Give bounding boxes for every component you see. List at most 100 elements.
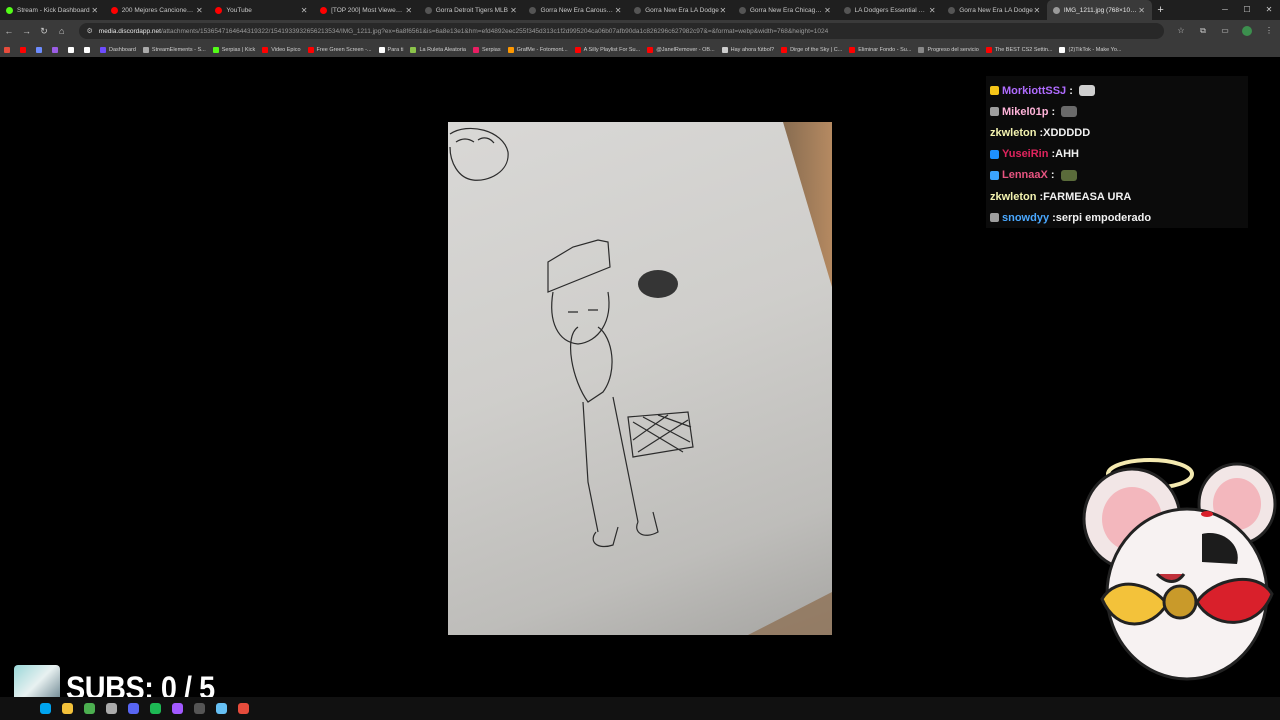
back-icon[interactable]: ← [0,26,18,36]
browser-tab[interactable]: LA Dodgers Essential Gor ✕ [838,0,943,20]
bookmark-item[interactable]: Serpias | Kick [212,46,255,53]
bookmark-item[interactable]: Hay ahora fútbol? [721,46,774,53]
bookmark-item[interactable]: Free Green Screen -... [307,46,372,53]
chat-separator: : [1051,105,1056,118]
browser-tab[interactable]: Gorra New Era LA Dodge ✕ [628,0,733,20]
bookmark-star-icon[interactable]: ☆ [1170,26,1192,36]
browser-tab[interactable]: [TOP 200] Most Viewed V ✕ [314,0,419,20]
bookmark-item[interactable] [36,46,45,53]
bookmark-item[interactable] [4,46,13,53]
sketch-photo [448,122,832,635]
chrome-icon[interactable] [84,703,95,714]
bookmark-favicon-icon [985,46,992,53]
tab-favicon-icon [424,6,432,14]
chat-separator: : [1050,169,1055,182]
obs-icon[interactable] [194,703,205,714]
bookmark-item[interactable]: Progreso del servicio [918,46,979,53]
bookmark-item[interactable]: A Silly Playlist For Su... [574,46,640,53]
site-info-icon[interactable]: ⚙ [87,27,93,35]
bookmark-favicon-icon [20,46,26,53]
tab-close-icon[interactable]: ✕ [719,6,727,15]
tab-close-icon[interactable]: ✕ [300,6,308,15]
reload-icon[interactable]: ↻ [35,26,53,37]
bookmark-item[interactable]: Dashboard [100,46,136,53]
chat-username[interactable]: MorkiottSSJ [1002,85,1066,97]
new-tab-icon[interactable]: + [1152,4,1170,16]
maximize-icon[interactable]: ☐ [1236,0,1258,20]
explorer-icon[interactable] [62,703,73,714]
steam-icon[interactable] [216,703,227,714]
bookmark-item[interactable] [68,46,77,53]
tab-favicon-icon [215,6,223,14]
menu-icon[interactable]: ⋮ [1258,26,1280,36]
chat-message: Mikel01p: [990,101,1244,122]
windows-icon[interactable] [40,703,51,714]
address-toolbar: ← → ↻ ⌂ ⚙ media.discordapp.net /attachme… [0,20,1280,42]
bookmark-favicon-icon [472,46,479,53]
chat-username[interactable]: zkwleton [990,127,1036,139]
app3-icon[interactable] [238,703,249,714]
browser-tab[interactable]: YouTube ✕ [209,0,314,20]
tab-close-icon[interactable]: ✕ [1138,6,1146,15]
bookmark-item[interactable] [20,46,29,53]
browser-tab[interactable]: Gorra New Era Chicago W ✕ [733,0,838,20]
chat-username[interactable]: Mikel01p [1002,106,1048,118]
forward-icon[interactable]: → [18,26,36,36]
discord-icon[interactable] [128,703,139,714]
chat-text: AHH [1055,148,1079,161]
tab-close-icon[interactable]: ✕ [405,6,413,15]
bookmark-favicon-icon [410,46,417,53]
bookmark-item[interactable] [52,46,61,53]
bookmark-label: Dirge of the Sky | C... [790,46,843,53]
bookmark-item[interactable]: Serpias [472,46,501,53]
chat-username[interactable]: zkwleton [990,191,1036,203]
bookmark-item[interactable]: The BEST CS2 Settin... [985,46,1052,53]
chat-username[interactable]: YuseiRin [1002,148,1048,160]
tab-close-icon[interactable]: ✕ [509,6,517,15]
sketch-drawing [449,122,832,635]
bookmark-item[interactable]: Eliminar Fondo - Su... [849,46,911,53]
close-icon[interactable]: ✕ [1258,0,1280,20]
home-icon[interactable]: ⌂ [53,26,71,36]
app2-icon[interactable] [172,703,183,714]
bookmark-favicon-icon [262,46,269,53]
tab-favicon-icon [320,6,328,14]
chat-message: snowdyy: serpi empoderado [990,207,1244,228]
bookmark-label: GrafMe - Fotomont... [516,46,568,53]
bookmark-favicon-icon [84,46,90,53]
tab-close-icon[interactable]: ✕ [824,6,832,15]
app-icon[interactable] [106,703,117,714]
spotify-icon[interactable] [150,703,161,714]
chat-username[interactable]: snowdyy [1002,212,1049,224]
bookmark-item[interactable]: Para ti [378,46,403,53]
bookmark-label: Dashboard [109,46,136,53]
chat-message: MorkiottSSJ: [990,80,1244,101]
browser-tab[interactable]: Gorra New Era LA Dodge ✕ [942,0,1047,20]
tab-close-icon[interactable]: ✕ [195,6,203,15]
bookmark-item[interactable]: Dirge of the Sky | C... [781,46,843,53]
bookmark-item[interactable]: (2)TikTok - Make Yo... [1059,46,1121,53]
bookmark-item[interactable]: StreamElements - S... [142,46,206,53]
browser-tab[interactable]: IMG_1211.jpg (768×1024) ✕ [1046,0,1152,20]
bookmark-item[interactable]: Video Epico [262,46,301,53]
tab-close-icon[interactable]: ✕ [91,6,99,15]
bookmark-item[interactable]: La Ruleta Aleatoria [410,46,466,53]
bookmark-item[interactable] [84,46,93,53]
tab-close-icon[interactable]: ✕ [614,6,622,15]
tab-close-icon[interactable]: ✕ [928,6,936,15]
tab-title: Stream - Kick Dashboard [17,6,90,14]
bookmark-item[interactable]: @JanelRemover - OB... [647,46,715,53]
minimize-icon[interactable]: ─ [1214,0,1236,20]
browser-tab[interactable]: 200 Mejores Canciones D ✕ [105,0,210,20]
browser-tab[interactable]: Gorra Detroit Tigers MLB ✕ [419,0,524,20]
profile-avatar[interactable] [1241,26,1252,36]
chat-badge-icon [990,213,999,223]
browser-tab[interactable]: Stream - Kick Dashboard ✕ [0,0,105,20]
tab-close-icon[interactable]: ✕ [1033,6,1041,15]
address-bar[interactable]: ⚙ media.discordapp.net /attachments/1536… [78,23,1164,39]
bookmark-item[interactable]: GrafMe - Fotomont... [507,46,568,53]
chat-username[interactable]: LennaaX [1002,169,1048,181]
tab-search-icon[interactable]: ▭ [1214,26,1236,36]
extensions-icon[interactable]: ⧉ [1192,26,1214,36]
browser-tab[interactable]: Gorra New Era Carousel S ✕ [523,0,628,20]
